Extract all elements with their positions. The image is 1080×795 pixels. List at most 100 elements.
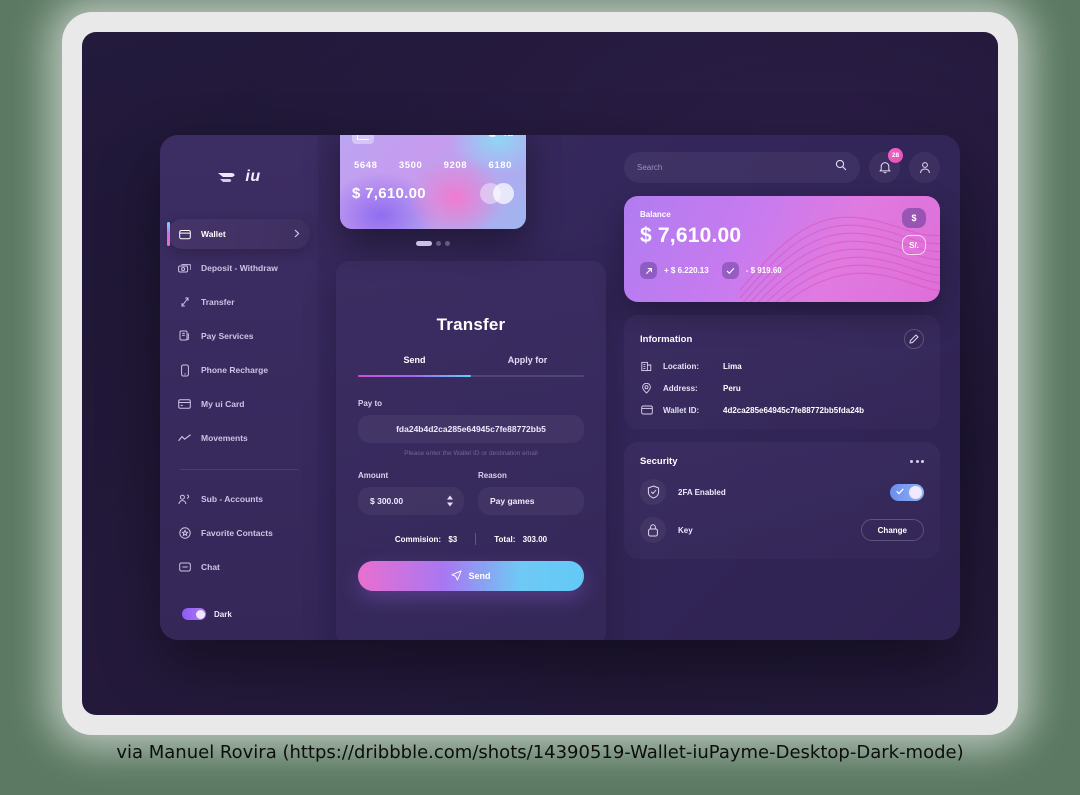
security-header: Security [640, 456, 924, 467]
phone-icon [178, 364, 191, 377]
credit-card[interactable]: iu 5648 3500 9208 6180 $ 7,610.00 [340, 135, 526, 229]
sidebar-item-sub-accounts[interactable]: Sub - Accounts [168, 484, 310, 514]
tab-apply-for[interactable]: Apply for [471, 355, 584, 375]
device-frame: iu Wallet Deposit - Withdraw Transfer Pa… [62, 12, 1018, 735]
card-top-row: iu [352, 135, 514, 144]
sidebar-item-label: Favorite Contacts [201, 528, 273, 538]
currency-pen-button[interactable]: S/. [902, 235, 926, 255]
toggle-knob [195, 609, 205, 619]
lock-icon [640, 517, 666, 543]
services-icon [178, 330, 191, 343]
toggle-knob [909, 485, 922, 499]
total-value: 303.00 [522, 534, 548, 544]
outcome-value: - $ 919.60 [745, 266, 782, 275]
sidebar-item-label: Chat [201, 562, 220, 572]
money-icon [178, 262, 191, 275]
reason-label: Reason [478, 471, 507, 480]
carousel-dot[interactable] [416, 241, 432, 246]
info-value: 4d2ca285e64945c7fe88772bb5fda24b [723, 405, 864, 415]
sidebar-item-label: Transfer [201, 297, 235, 307]
card-number: 5648 3500 9208 6180 [352, 160, 514, 171]
security-title: Security [640, 456, 678, 467]
stepper-down-icon[interactable] [447, 502, 453, 507]
edit-information-button[interactable] [904, 329, 924, 349]
transfer-icon [178, 296, 191, 309]
search-input[interactable] [637, 162, 835, 172]
twofa-toggle[interactable] [890, 483, 924, 501]
payto-input[interactable]: fda24b4d2ca285e64945c7fe88772bb5 [358, 415, 584, 443]
sidebar-item-chat[interactable]: Chat [168, 552, 310, 582]
reason-group: Reason Pay games [478, 471, 584, 515]
sidebar-item-label: Pay Services [201, 331, 254, 341]
payto-hint: Please enter the Wallet ID or destinatio… [404, 450, 538, 457]
sidebar-item-movements[interactable]: Movements [168, 423, 310, 453]
send-button[interactable]: Send [358, 561, 584, 591]
check-icon [896, 488, 904, 495]
screen: iu Wallet Deposit - Withdraw Transfer Pa… [82, 32, 998, 715]
search-box[interactable] [624, 151, 860, 183]
profile-button[interactable] [909, 151, 940, 183]
balance-stats: + $ 6.220.13 - $ 919.60 [640, 262, 924, 279]
sidebar-item-pay-services[interactable]: Pay Services [168, 321, 310, 351]
totals-divider [475, 533, 477, 545]
totals-row: Commision: $3 Total: 303.00 [358, 533, 584, 545]
sidebar-item-my-ui-card[interactable]: My ui Card [168, 389, 310, 419]
security-row-key: Key Change [640, 517, 924, 543]
card-number-group: 5648 [354, 160, 378, 171]
carousel-dot[interactable] [445, 241, 450, 246]
sidebar-item-favorite-contacts[interactable]: Favorite Contacts [168, 518, 310, 548]
card-logo-text: iu [504, 135, 514, 139]
quantity-stepper[interactable] [447, 495, 453, 507]
attribution-caption: via Manuel Rovira (https://dribbble.com/… [116, 742, 964, 763]
app-window: iu Wallet Deposit - Withdraw Transfer Pa… [160, 135, 960, 640]
sidebar-item-deposit-withdraw[interactable]: Deposit - Withdraw [168, 253, 310, 283]
sidebar-item-label: Deposit - Withdraw [201, 263, 278, 273]
amount-input[interactable]: $ 300.00 [358, 487, 464, 515]
carousel-dot[interactable] [436, 241, 441, 246]
sidebar-item-phone-recharge[interactable]: Phone Recharge [168, 355, 310, 385]
info-row-wallet-id: Wallet ID: 4d2ca285e64945c7fe88772bb5fda… [640, 405, 924, 415]
logo-mark-icon [217, 170, 239, 184]
card-bottom-row: $ 7,610.00 [352, 183, 514, 204]
chat-icon [178, 561, 191, 574]
chevron-right-icon [294, 229, 300, 240]
card-carousel-dots[interactable] [340, 241, 526, 246]
notification-badge: 28 [888, 147, 903, 163]
card-number-group: 9208 [443, 160, 468, 171]
users-icon [178, 493, 191, 506]
currency-toggles: $ S/. [902, 208, 926, 255]
commision-value: $3 [448, 534, 458, 544]
card-number-group: 6180 [488, 160, 512, 171]
dark-mode-toggle[interactable] [182, 608, 206, 620]
information-header: Information [640, 329, 924, 349]
key-label: Key [678, 525, 693, 535]
security-more-options-icon[interactable] [910, 460, 924, 463]
page-title: Transfer [436, 315, 506, 334]
notifications-button[interactable]: 28 [869, 147, 903, 183]
amount-value: $ 300.00 [370, 496, 404, 506]
tab-send[interactable]: Send [358, 355, 471, 375]
reason-input[interactable]: Pay games [478, 487, 584, 515]
search-icon[interactable] [835, 158, 847, 176]
currency-usd-button[interactable]: $ [902, 208, 926, 228]
card-number-group: 3500 [398, 160, 423, 171]
shield-icon [640, 479, 666, 505]
twofa-label: 2FA Enabled [678, 487, 726, 497]
send-plane-icon [451, 569, 463, 583]
card-logo: iu [486, 135, 514, 139]
send-button-label: Send [468, 571, 491, 581]
change-key-button[interactable]: Change [860, 519, 924, 541]
sidebar-item-transfer[interactable]: Transfer [168, 287, 310, 317]
main-content: iu 5648 3500 9208 6180 $ 7,610.00 [318, 135, 960, 640]
sidebar-divider [180, 469, 298, 470]
stepper-up-icon[interactable] [447, 495, 453, 500]
sidebar-item-label: Wallet [201, 229, 226, 239]
commision-group: Commision: $3 [395, 535, 457, 544]
security-row-2fa: 2FA Enabled [640, 479, 924, 505]
total-group: Total: 303.00 [494, 535, 547, 544]
logo-text: iu [245, 168, 261, 185]
tab-indicator [358, 375, 584, 377]
sidebar-item-wallet[interactable]: Wallet [167, 219, 310, 249]
transfer-tabs: Send Apply for [358, 355, 584, 375]
card-icon [178, 398, 191, 411]
